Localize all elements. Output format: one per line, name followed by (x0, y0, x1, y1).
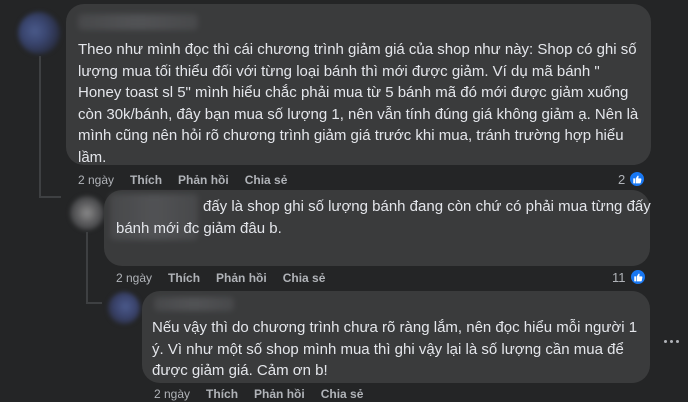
like-icon (628, 170, 647, 188)
more-options-icon[interactable] (660, 334, 682, 348)
avatar[interactable] (18, 12, 60, 54)
comment-bubble: Nếu vậy thì do chương trình chưa rõ ràng… (142, 291, 650, 383)
reaction-summary[interactable]: 2 (618, 170, 647, 188)
comment-actions: 2 ngày Thích Phản hồi Chia sẻ (78, 173, 287, 187)
like-button[interactable]: Thích (206, 387, 238, 401)
avatar[interactable] (108, 292, 140, 324)
comment-bubble: Theo như mình đọc thì cái chương trình g… (66, 4, 651, 166)
comment-time[interactable]: 2 ngày (78, 173, 114, 187)
reaction-count: 2 (618, 171, 626, 187)
thread-line (39, 56, 41, 196)
comment-actions: 2 ngày Thích Phản hồi Chia sẻ (116, 271, 325, 285)
reply-button[interactable]: Phản hồi (178, 173, 229, 187)
like-icon (628, 268, 647, 286)
comment-text: đấy là shop ghi số lượng bánh đang còn c… (203, 198, 651, 215)
share-button[interactable]: Chia sẻ (245, 173, 288, 187)
comment-text: bánh mới đc giảm đâu b. (116, 220, 282, 237)
share-button[interactable]: Chia sẻ (283, 271, 326, 285)
reply-button[interactable]: Phản hồi (216, 271, 267, 285)
share-button[interactable]: Chia sẻ (321, 387, 364, 401)
thread-line (86, 232, 88, 304)
reply-button[interactable]: Phản hồi (254, 387, 305, 401)
reaction-count: 11 (612, 269, 626, 285)
comment-actions: 2 ngày Thích Phản hồi Chia sẻ (154, 387, 363, 401)
author-name-redacted[interactable] (78, 14, 198, 30)
comment-text: Theo như mình đọc thì cái chương trình g… (78, 41, 639, 166)
comment-time[interactable]: 2 ngày (116, 271, 152, 285)
reaction-summary[interactable]: 11 (612, 268, 647, 286)
thread-line (39, 196, 61, 198)
comment-bubble: đấy là shop ghi số lượng bánh đang còn c… (104, 190, 651, 266)
like-button[interactable]: Thích (130, 173, 162, 187)
like-button[interactable]: Thích (168, 271, 200, 285)
avatar[interactable] (70, 196, 104, 230)
comment-text: Nếu vậy thì do chương trình chưa rõ ràng… (152, 319, 638, 379)
author-name-redacted[interactable] (154, 297, 234, 311)
comment-time[interactable]: 2 ngày (154, 387, 190, 401)
thread-line (86, 302, 102, 304)
